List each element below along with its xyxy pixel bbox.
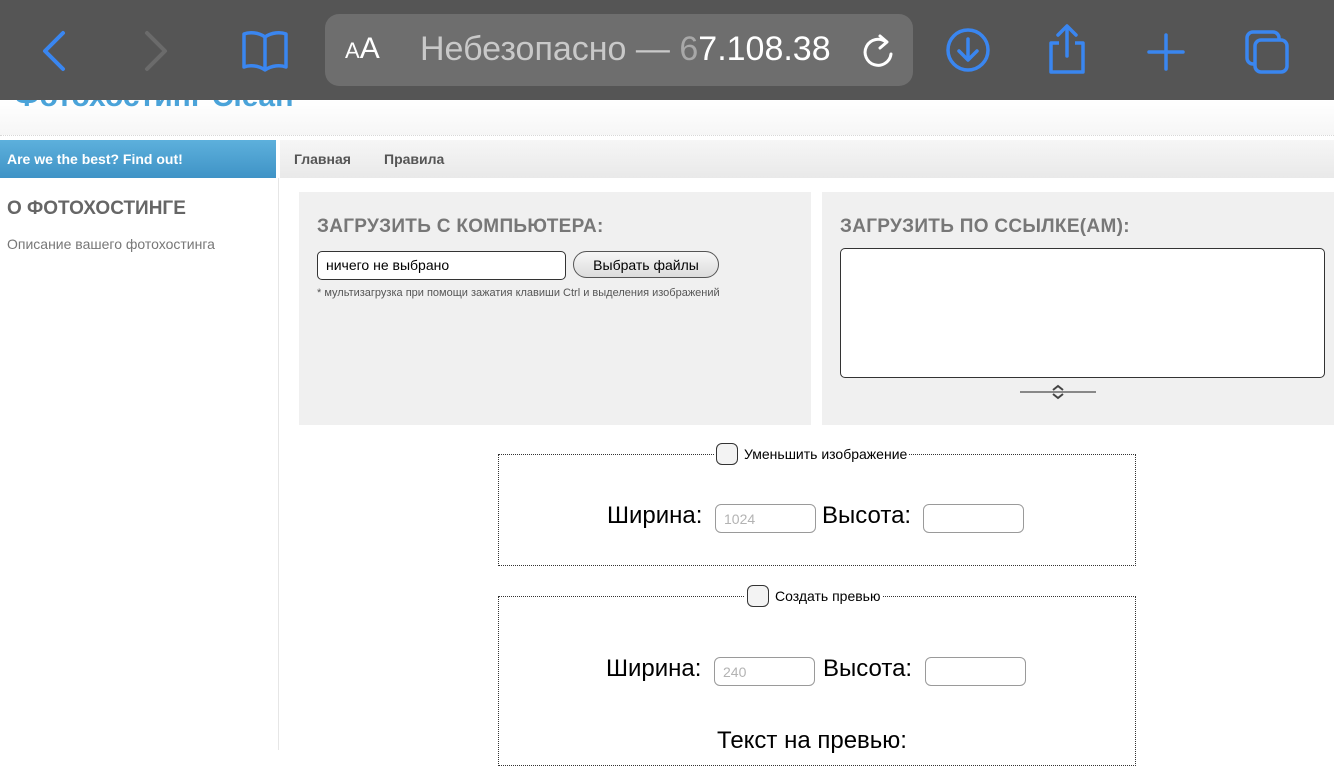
nav-item-rules[interactable]: Правила bbox=[384, 151, 444, 167]
tabs-icon[interactable] bbox=[1242, 28, 1292, 76]
upload-computer-title: ЗАГРУЗИТЬ С КОМПЬЮТЕРА: bbox=[317, 216, 604, 237]
url-host-faded: 6 bbox=[679, 30, 699, 68]
forward-icon[interactable] bbox=[138, 28, 174, 74]
resize-legend: Уменьшить изображение bbox=[714, 443, 910, 465]
url-host: 7.108.38 bbox=[698, 30, 831, 68]
resize-height-label: Высота: bbox=[822, 502, 912, 529]
reader-text-size-icon[interactable]: AA bbox=[345, 32, 380, 66]
downloads-icon[interactable] bbox=[944, 26, 992, 74]
upload-computer-panel: ЗАГРУЗИТЬ С КОМПЬЮТЕРА: ничего не выбран… bbox=[299, 192, 811, 425]
url-security-label: Небезопасно — bbox=[420, 30, 680, 68]
upload-url-panel: ЗАГРУЗИТЬ ПО ССЫЛКЕ(АМ): bbox=[822, 192, 1334, 425]
share-icon[interactable] bbox=[1044, 22, 1090, 76]
preview-checkbox[interactable] bbox=[747, 585, 769, 607]
resize-height-input[interactable] bbox=[923, 504, 1024, 533]
promo-banner[interactable]: Are we the best? Find out! bbox=[0, 140, 276, 178]
preview-height-input[interactable] bbox=[925, 657, 1026, 686]
preview-fieldset: Создать превью Ширина: 240 Высота: Текст… bbox=[498, 585, 1136, 766]
web-page: Фотохостинг Clean Are we the best? Find … bbox=[0, 100, 1334, 766]
main-nav: Главная Правила bbox=[280, 140, 1334, 178]
address-bar[interactable]: AA Небезопасно — 67.108.38 bbox=[325, 14, 913, 86]
resize-fieldset: Уменьшить изображение Ширина: 1024 Высот… bbox=[498, 443, 1136, 566]
resize-width-label: Ширина: bbox=[607, 502, 703, 529]
bookmarks-icon[interactable] bbox=[238, 28, 292, 74]
new-tab-icon[interactable] bbox=[1144, 30, 1188, 74]
reload-icon[interactable] bbox=[860, 32, 896, 75]
resize-legend-label: Уменьшить изображение bbox=[744, 446, 908, 462]
sidebar-divider bbox=[278, 178, 279, 750]
preview-legend-label: Создать превью bbox=[775, 588, 881, 604]
sidebar-title: О ФОТОХОСТИНГЕ bbox=[7, 198, 186, 219]
sidebar-description: Описание вашего фотохостинга bbox=[7, 236, 215, 252]
back-icon[interactable] bbox=[36, 28, 72, 74]
multiupload-hint: * мультизагрузка при помощи зажатия клав… bbox=[317, 287, 720, 299]
resize-width-input[interactable]: 1024 bbox=[715, 504, 816, 533]
preview-width-label: Ширина: bbox=[606, 655, 702, 682]
urls-textarea[interactable] bbox=[840, 248, 1325, 378]
preview-width-input[interactable]: 240 bbox=[714, 657, 815, 686]
choose-files-button[interactable]: Выбрать файлы bbox=[573, 251, 719, 278]
resize-checkbox[interactable] bbox=[716, 443, 738, 465]
preview-height-label: Высота: bbox=[823, 655, 913, 682]
browser-toolbar: AA Небезопасно — 67.108.38 bbox=[0, 0, 1334, 100]
preview-text-label: Текст на превью: bbox=[717, 727, 907, 754]
upload-url-title: ЗАГРУЗИТЬ ПО ССЫЛКЕ(АМ): bbox=[840, 216, 1130, 237]
url-text[interactable]: Небезопасно — 67.108.38 bbox=[420, 30, 831, 69]
preview-legend: Создать превью bbox=[745, 585, 883, 607]
nav-item-home[interactable]: Главная bbox=[294, 151, 351, 167]
file-input[interactable]: ничего не выбрано bbox=[317, 251, 566, 280]
resize-handle-icon[interactable] bbox=[1020, 384, 1098, 405]
